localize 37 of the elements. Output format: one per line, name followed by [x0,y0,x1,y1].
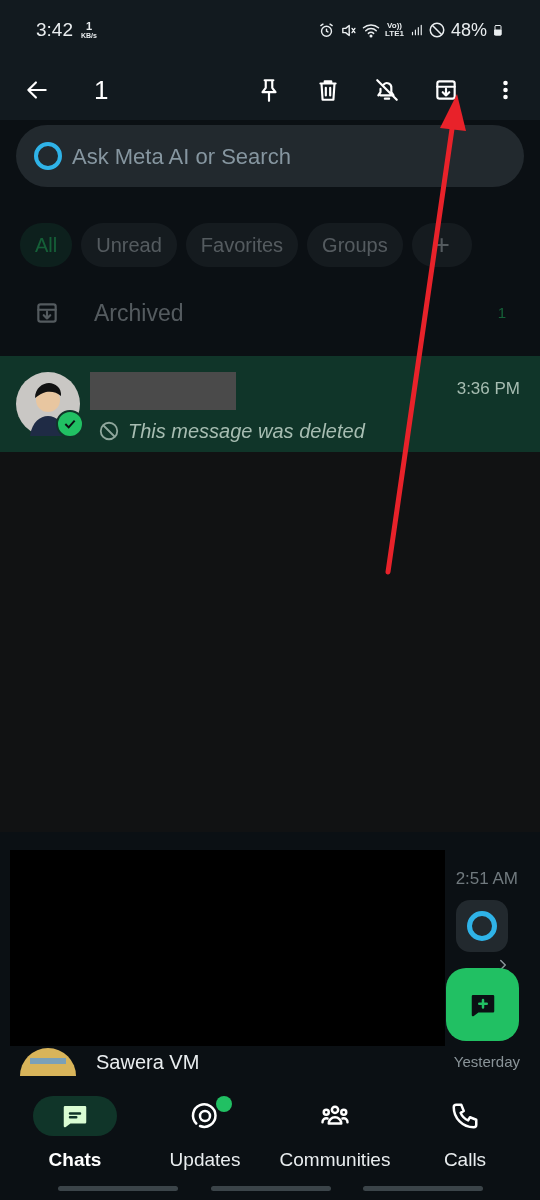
chat-time: 3:36 PM [456,378,520,400]
chat-name: Sawera VM [96,1050,200,1075]
speed-value: 1 [85,21,92,32]
alarm-icon [318,21,335,39]
phone-icon [450,1101,480,1131]
chat-row[interactable]: This message was deleted 3:36 PM [0,356,540,452]
avatar [20,1048,76,1076]
archive-box-icon [34,300,60,326]
clock-time: 3:42 [36,17,73,42]
filter-chip[interactable]: Unread [81,223,177,267]
chat-time: Yesterday [453,1051,520,1072]
filter-chip[interactable]: Favorites [185,223,299,267]
battery-percent: 48% [450,18,487,42]
message-preview: This message was deleted [128,419,365,444]
search-field[interactable]: Ask Meta AI or Search [72,139,472,173]
meta-ai-ring-icon [34,142,62,170]
search-bar[interactable]: Ask Meta AI or Search [16,125,524,187]
archive-box-icon [433,77,459,103]
nav-tab[interactable]: Calls [400,1084,530,1200]
network-label: LTE1 [385,30,404,38]
meta-ai-button[interactable] [456,900,508,952]
nav-tab[interactable]: Communities [270,1084,400,1200]
selected-check-icon [56,410,84,438]
filter-chip[interactable]: Groups [307,223,403,267]
chat-time: 2:51 AM [455,868,518,890]
archived-label: Archived [94,298,184,328]
selected-count: 1 [94,73,109,107]
wifi-icon [362,21,380,39]
bell-off-icon [374,77,400,103]
archived-count: 1 [497,302,506,323]
more-vertical-icon [502,80,508,100]
network-label: Vo)) [387,22,402,30]
archived-row[interactable]: Archived 1 [0,279,540,347]
do-not-disturb-icon [427,21,446,39]
new-chat-button[interactable] [446,968,519,1041]
meta-ai-ring-icon [467,911,497,941]
status-ring-icon [190,1101,220,1131]
